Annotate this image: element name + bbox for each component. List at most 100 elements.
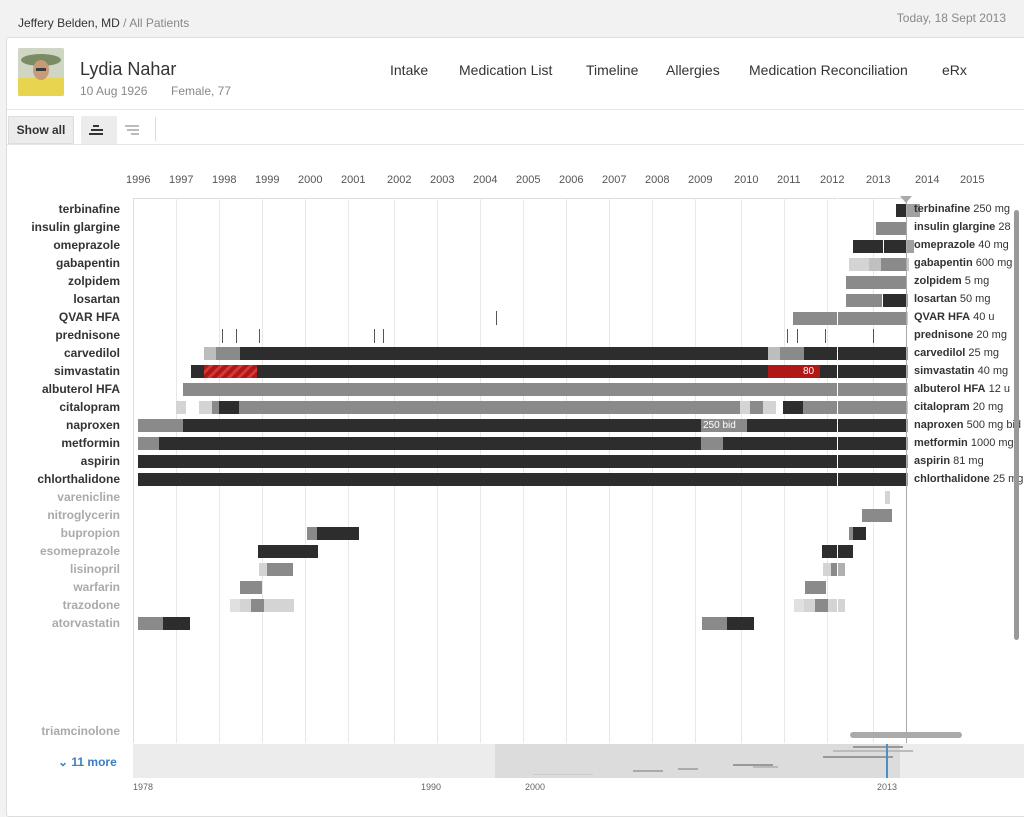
med-bar[interactable] — [199, 401, 212, 414]
med-bar[interactable] — [820, 365, 908, 378]
med-bar[interactable] — [763, 401, 776, 414]
med-bar[interactable] — [702, 617, 727, 630]
med-bar[interactable] — [885, 491, 890, 504]
med-bar[interactable] — [805, 581, 826, 594]
med-label[interactable]: gabapentin — [0, 256, 120, 270]
dose-label[interactable]: simvastatin 40 mg — [914, 365, 1008, 377]
med-bar[interactable] — [267, 563, 293, 576]
dose-label[interactable]: citalopram 20 mg — [914, 401, 1003, 413]
nav-medication-reconciliation[interactable]: Medication Reconciliation — [749, 62, 908, 78]
med-bar[interactable] — [793, 312, 908, 325]
med-bar[interactable] — [869, 258, 881, 271]
med-label[interactable]: trazodone — [0, 598, 120, 612]
dose-label[interactable]: omeprazole 40 mg — [914, 239, 1009, 251]
med-bar[interactable] — [846, 294, 882, 307]
med-label[interactable]: prednisone — [0, 328, 120, 342]
med-bar[interactable] — [727, 617, 754, 630]
med-bar[interactable] — [768, 347, 780, 360]
dose-label[interactable]: losartan 50 mg — [914, 293, 990, 305]
med-tick[interactable] — [236, 329, 237, 343]
med-tick[interactable] — [496, 311, 497, 325]
med-bar[interactable] — [257, 365, 768, 378]
med-bar[interactable] — [846, 276, 906, 289]
med-bar[interactable] — [212, 401, 219, 414]
med-bar[interactable] — [159, 437, 701, 450]
med-bar[interactable] — [307, 527, 317, 540]
dose-label[interactable]: prednisone 20 mg — [914, 329, 1007, 341]
med-bar[interactable] — [747, 419, 908, 432]
med-bar[interactable] — [138, 617, 163, 630]
med-bar[interactable] — [138, 419, 183, 432]
med-bar[interactable] — [183, 383, 908, 396]
med-bar[interactable] — [204, 347, 216, 360]
view-mode-stacked-button[interactable] — [117, 116, 153, 144]
dose-label[interactable]: QVAR HFA 40 u — [914, 311, 995, 323]
med-bar[interactable] — [849, 258, 869, 271]
nav-timeline[interactable]: Timeline — [586, 62, 638, 78]
med-label[interactable]: esomeprazole — [0, 544, 120, 558]
med-bar[interactable] — [883, 294, 908, 307]
dose-label[interactable]: carvedilol 25 mg — [914, 347, 999, 359]
nav-medication-list[interactable]: Medication List — [459, 62, 552, 78]
med-tick[interactable] — [222, 329, 223, 343]
med-bar[interactable] — [240, 599, 251, 612]
med-tick[interactable] — [825, 329, 826, 343]
med-tick[interactable] — [383, 329, 384, 343]
dose-label[interactable]: metformin 1000 mg — [914, 437, 1014, 449]
med-bar[interactable] — [853, 527, 866, 540]
med-label[interactable]: QVAR HFA — [0, 310, 120, 324]
breadcrumb-all-patients[interactable]: All Patients — [129, 16, 189, 30]
med-label[interactable]: terbinafine — [0, 202, 120, 216]
med-label[interactable]: aspirin — [0, 454, 120, 468]
med-bar[interactable] — [183, 419, 701, 432]
med-label[interactable]: warfarin — [0, 580, 120, 594]
med-bar-highlight[interactable] — [204, 365, 257, 378]
med-bar[interactable] — [138, 437, 159, 450]
dose-label[interactable]: insulin glargine 28 u — [914, 221, 1020, 233]
med-label[interactable]: chlorthalidone — [0, 472, 120, 486]
med-label[interactable]: varenicline — [0, 490, 120, 504]
med-bar[interactable] — [176, 401, 186, 414]
med-tick[interactable] — [873, 329, 874, 343]
show-all-button[interactable]: Show all — [8, 116, 74, 144]
nav-allergies[interactable]: Allergies — [666, 62, 720, 78]
med-tick[interactable] — [787, 329, 788, 343]
med-label[interactable]: naproxen — [0, 418, 120, 432]
med-label[interactable]: omeprazole — [0, 238, 120, 252]
med-tick[interactable] — [259, 329, 260, 343]
med-bar[interactable] — [862, 509, 892, 522]
med-bar[interactable] — [138, 473, 908, 486]
med-label[interactable]: lisinopril — [0, 562, 120, 576]
view-mode-grouped-button[interactable] — [81, 116, 117, 144]
dose-label[interactable]: chlorthalidone 25 mg — [914, 473, 1023, 485]
med-label[interactable]: simvastatin — [0, 364, 120, 378]
med-bar[interactable] — [219, 401, 239, 414]
med-tick[interactable] — [797, 329, 798, 343]
nav-intake[interactable]: Intake — [390, 62, 428, 78]
med-bar[interactable] — [723, 437, 908, 450]
nav-erx[interactable]: eRx — [942, 62, 967, 78]
med-label[interactable]: bupropion — [0, 526, 120, 540]
med-label[interactable]: losartan — [0, 292, 120, 306]
med-bar[interactable] — [191, 365, 204, 378]
panel-handle-icon[interactable] — [900, 196, 912, 204]
med-bar[interactable] — [259, 563, 267, 576]
med-label[interactable]: albuterol HFA — [0, 382, 120, 396]
med-bar[interactable] — [163, 617, 190, 630]
vertical-scrollbar[interactable] — [1014, 210, 1019, 640]
med-bar[interactable] — [823, 563, 831, 576]
med-label[interactable]: citalopram — [0, 400, 120, 414]
med-bar[interactable] — [317, 527, 359, 540]
med-bar[interactable] — [783, 401, 803, 414]
med-bar[interactable] — [138, 455, 908, 468]
med-label[interactable]: atorvastatin — [0, 616, 120, 630]
med-label[interactable]: insulin glargine — [0, 220, 120, 234]
dose-label[interactable]: naproxen 500 mg bid — [914, 419, 1021, 431]
dose-label[interactable]: zolpidem 5 mg — [914, 275, 989, 287]
med-bar[interactable] — [216, 347, 240, 360]
med-bar[interactable] — [815, 599, 828, 612]
dose-label[interactable]: gabapentin 600 mg — [914, 257, 1012, 269]
med-tick[interactable] — [374, 329, 375, 343]
med-bar[interactable] — [264, 599, 294, 612]
med-bar[interactable] — [838, 563, 845, 576]
